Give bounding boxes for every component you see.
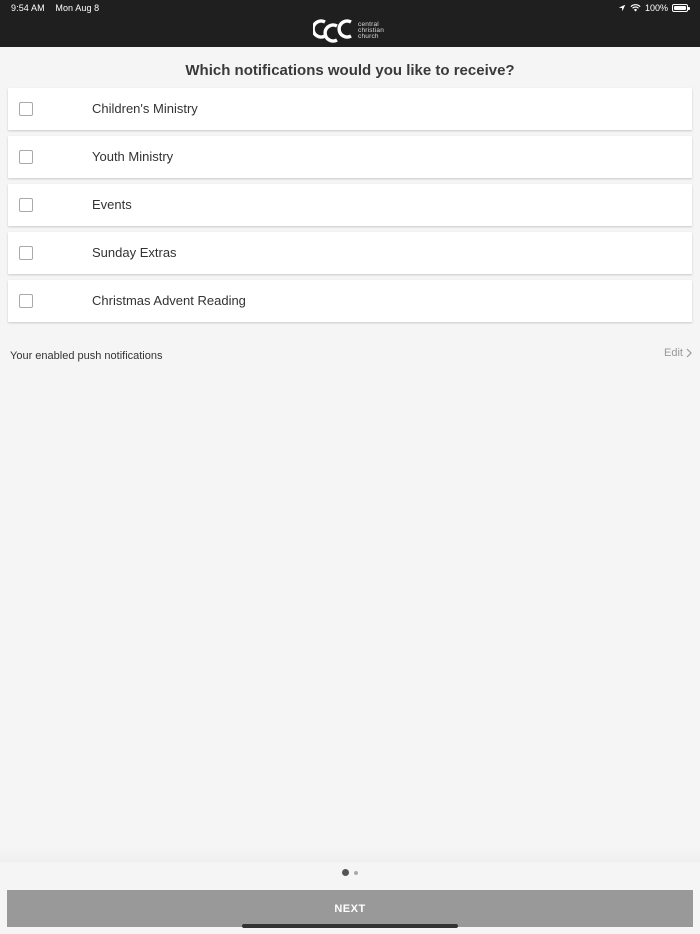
page-dot-inactive [354,870,358,875]
option-label: Christmas Advent Reading [92,293,246,308]
option-label: Youth Ministry [92,149,174,164]
edit-button[interactable]: Edit [664,347,692,359]
next-button[interactable]: NEXT [7,890,693,927]
option-childrens-ministry[interactable]: Children's Ministry [8,88,692,130]
option-sunday-extras[interactable]: Sunday Extras [8,232,692,274]
status-date: Mon Aug 8 [55,3,100,13]
church-logo: central christian church [313,17,384,45]
wifi-icon [630,4,641,12]
status-bar-right: 100% [618,3,690,13]
option-events[interactable]: Events [8,184,692,226]
enabled-notifications-label: Your enabled push notifications [10,350,163,362]
logo-wordmark: central christian church [358,21,384,40]
battery-percent: 100% [644,3,668,13]
checkbox[interactable] [19,246,33,260]
option-label: Events [92,197,132,212]
battery-icon [672,4,690,12]
option-youth-ministry[interactable]: Youth Ministry [8,136,692,178]
option-christmas-advent-reading[interactable]: Christmas Advent Reading [8,280,692,322]
page-dot-active [342,869,349,876]
logo-line-3: church [358,33,379,40]
home-indicator [242,924,458,928]
checkbox[interactable] [19,294,33,308]
checkbox[interactable] [19,102,33,116]
status-time: 9:54 AM [11,3,45,13]
checkbox[interactable] [19,150,33,164]
chevron-right-icon [686,348,692,358]
location-icon [618,4,626,12]
app-header: 9:54 AM Mon Aug 8 100% central christian… [0,0,700,47]
page-title: Which notifications would you like to re… [185,62,515,79]
page-indicator [0,869,700,876]
option-label: Children's Ministry [92,101,198,116]
ccc-logo-icon [313,19,352,43]
edit-label: Edit [664,347,683,359]
checkbox[interactable] [19,198,33,212]
status-bar-left: 9:54 AM Mon Aug 8 [11,3,99,13]
bottom-fade [0,848,700,862]
option-label: Sunday Extras [92,245,177,260]
enabled-notifications-row: Your enabled push notifications Edit [10,346,692,362]
